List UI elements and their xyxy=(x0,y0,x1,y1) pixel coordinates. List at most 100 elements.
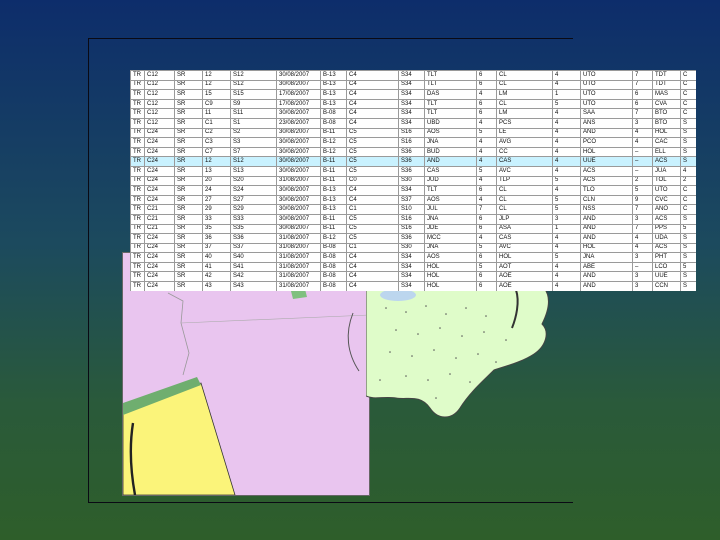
table-cell: 4 xyxy=(632,242,653,254)
table-cell: 5 xyxy=(552,194,581,206)
table-row[interactable]: TR C12 SR 12 S12 30/08/2007 B-13 C4 S34 TLT 6 CL 4 UT… xyxy=(130,70,696,81)
table-cell: 5 xyxy=(552,175,581,187)
table-row[interactable]: TR C24 SR 43 S43 31/08/2007 B-08 C4 S34 HOL 6 AOE 4 A… xyxy=(130,281,696,291)
table-cell: C24 xyxy=(144,281,175,291)
table-cell: S42 xyxy=(230,271,277,283)
table-row[interactable]: TR C24 SR 40 S40 31/08/2007 B-08 C4 S34 AOS 6 HOL 5 J… xyxy=(130,252,696,263)
table-cell: C2 xyxy=(202,127,231,139)
table-cell: CL xyxy=(496,194,553,206)
table-cell: 1 xyxy=(552,89,581,100)
table-cell: TDT xyxy=(652,79,681,91)
table-row[interactable]: TR C24 SR 13 S13 30/08/2007 B-11 C5 S36 CAS 5 AVC 4 A… xyxy=(130,165,696,177)
table-cell: S10 xyxy=(398,204,425,215)
table-cell: B-08 xyxy=(320,117,347,129)
table-row[interactable]: TR C12 SR C9 S9 17/08/2007 B-13 C4 S34 TLT 6 CL 5 UTO… xyxy=(130,98,696,110)
table-cell: S1 xyxy=(230,117,277,129)
table-cell: TR xyxy=(130,165,145,177)
table-cell: C4 xyxy=(346,281,399,291)
table-row[interactable]: TR C12 SR 11 S11 30/08/2007 B-08 C4 S34 TLT 6 LM 4 SA… xyxy=(130,108,696,119)
table-row-selected[interactable]: TR C24 SR 12 S12 30/08/2007 B-11 C5 S36 AND 4 CAS 4 U… xyxy=(130,156,696,167)
table-cell: SR xyxy=(174,185,203,196)
table-cell: 4 xyxy=(552,127,581,139)
table-row[interactable]: TR C12 SR C1 S1 23/08/2007 B-08 C4 S34 UBD 4 PCS 4 AN… xyxy=(130,117,696,129)
table-cell: 3 xyxy=(632,213,653,225)
table-cell: S34 xyxy=(398,185,425,196)
table-cell: 17/08/2007 xyxy=(276,89,321,100)
table-row[interactable]: TR C24 SR 36 S36 31/08/2007 B-12 C5 S36 MCC 4 CAS 4 A… xyxy=(130,233,696,244)
table-row[interactable]: TR C12 SR 15 S15 17/08/2007 B-13 C4 S34 DAS 4 LM 1 UT… xyxy=(130,89,696,100)
table-row[interactable]: TR C24 SR 20 S20 31/08/2007 B-11 C0 S30 JUD 4 TLP 5 A… xyxy=(130,175,696,187)
table-cell: C0 xyxy=(346,175,399,187)
table-cell: 33 xyxy=(202,213,231,225)
table-cell: SR xyxy=(174,98,203,110)
table-cell: C xyxy=(680,89,696,100)
table-cell: C24 xyxy=(144,146,175,158)
table-cell: C4 xyxy=(346,271,399,283)
table-cell: C4 xyxy=(346,79,399,91)
table-cell: B-08 xyxy=(320,261,347,273)
table-row[interactable]: TR C24 SR 42 S42 31/08/2007 B-08 C4 S34 HOL 6 AOE 4 A… xyxy=(130,271,696,283)
table-cell: SR xyxy=(174,127,203,139)
table-cell: 4 xyxy=(476,233,497,244)
table-row[interactable]: TR C24 SR C2 S2 30/08/2007 B-11 C5 S16 AOS 5 LE 4 AND… xyxy=(130,127,696,139)
table-cell: TR xyxy=(130,79,145,91)
table-row[interactable]: TR C21 SR 33 S33 30/08/2007 B-11 C5 S16 JNA 6 JLP 3 A… xyxy=(130,213,696,225)
table-cell: 4 xyxy=(552,242,581,254)
table-cell: PCS xyxy=(496,117,553,129)
table-cell: TR xyxy=(130,194,145,206)
table-row[interactable]: TR C21 SR 35 S35 30/08/2007 B-11 C5 S16 JDE 6 ASA 1 A… xyxy=(130,223,696,235)
table-cell: 4 xyxy=(552,108,581,119)
table-cell: C5 xyxy=(346,156,399,167)
table-row[interactable]: TR C24 SR 24 S24 30/08/2007 B-13 C4 S34 TLT 6 CL 4 TL… xyxy=(130,185,696,196)
table-cell: 2 xyxy=(632,175,653,187)
table-cell: 43 xyxy=(202,281,231,291)
table-cell: C5 xyxy=(346,137,399,148)
table-cell: 6 xyxy=(476,252,497,263)
table-cell: ASA xyxy=(496,223,553,235)
table-row[interactable]: TR C24 SR 27 S27 30/08/2007 B-13 C4 S37 AOS 4 CL 5 CL… xyxy=(130,194,696,206)
table-cell: B-11 xyxy=(320,127,347,139)
table-cell: LM xyxy=(496,108,553,119)
table-cell: C5 xyxy=(346,223,399,235)
table-row[interactable]: TR C24 SR C7 S7 30/08/2007 B-12 C5 S36 BUD 4 CC 4 HOL… xyxy=(130,146,696,158)
table-cell: S36 xyxy=(398,233,425,244)
table-cell: SR xyxy=(174,137,203,148)
table-cell: B-13 xyxy=(320,89,347,100)
table-cell: JNA xyxy=(580,252,633,263)
table-cell: 30/08/2007 xyxy=(276,194,321,206)
table-cell: B-13 xyxy=(320,70,347,81)
table-cell: 6 xyxy=(476,223,497,235)
table-row[interactable]: TR C12 SR 12 S12 30/08/2007 B-13 C4 S34 TLT 6 CL 4 UT… xyxy=(130,79,696,91)
table-cell: C4 xyxy=(346,98,399,110)
table-row[interactable]: TR C24 SR C3 S3 30/08/2007 B-12 C5 S16 JNA 4 AVG 4 PC… xyxy=(130,137,696,148)
table-cell: S xyxy=(680,252,696,263)
table-cell: S12 xyxy=(230,70,277,81)
table-row[interactable]: TR C24 SR 41 S41 31/08/2007 B-08 C4 S34 HOL 5 AOT 4 A… xyxy=(130,261,696,273)
table-cell: DAS xyxy=(424,89,477,100)
table-cell: TR xyxy=(130,223,145,235)
table-cell: 6 xyxy=(476,79,497,91)
table-cell: 3 xyxy=(632,117,653,129)
table-cell: SR xyxy=(174,233,203,244)
table-row[interactable]: TR C21 SR 29 S29 30/08/2007 B-13 C1 S10 JUL 7 CL 5 NS… xyxy=(130,204,696,215)
table-row[interactable]: TR C24 SR 37 S37 31/08/2007 B-08 C1 S30 JNA 5 AVC 4 H… xyxy=(130,242,696,254)
table-cell: 15 xyxy=(202,89,231,100)
table-cell: SR xyxy=(174,204,203,215)
table-cell: TR xyxy=(130,204,145,215)
table-cell: 5 xyxy=(552,252,581,263)
table-cell: S37 xyxy=(398,194,425,206)
table-cell: 4 xyxy=(552,271,581,283)
table-cell: S36 xyxy=(398,156,425,167)
table-cell: 41 xyxy=(202,261,231,273)
table-cell: 11 xyxy=(202,108,231,119)
table-cell: TR xyxy=(130,261,145,273)
table-cell: S30 xyxy=(398,242,425,254)
table-cell: S34 xyxy=(398,98,425,110)
table-cell: C24 xyxy=(144,271,175,283)
table-cell: TR xyxy=(130,108,145,119)
table-cell: AOS xyxy=(424,194,477,206)
table-cell: 7 xyxy=(632,108,653,119)
table-cell: S9 xyxy=(230,98,277,110)
table-cell: 4 xyxy=(632,233,653,244)
table-cell: 5 xyxy=(476,165,497,177)
